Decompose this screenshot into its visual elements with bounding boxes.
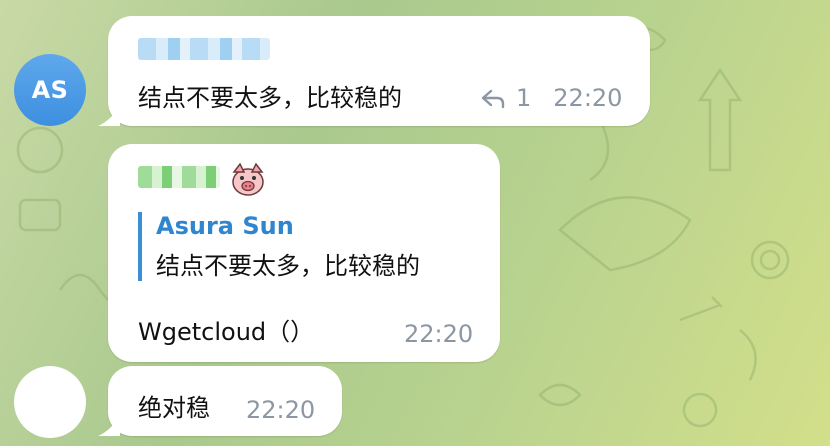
- avatar-initials: AS: [31, 76, 69, 104]
- sender-avatar[interactable]: AS: [14, 54, 86, 126]
- bubble-tail: [98, 104, 120, 126]
- message-text: Wgetcloud（）: [138, 318, 315, 346]
- message-text: 结点不要太多，比较稳的: [138, 84, 402, 112]
- message-bubble[interactable]: 结点不要太多，比较稳的 1 22:20: [98, 16, 650, 126]
- message-text: 绝对稳: [138, 394, 210, 422]
- message-meta: 22:20: [246, 396, 315, 424]
- bubble-tail: [98, 414, 120, 436]
- message-bubble[interactable]: 绝对稳 22:20: [98, 366, 342, 436]
- reply-quote[interactable]: Asura Sun 结点不要太多，比较稳的: [138, 212, 420, 281]
- message-bubble[interactable]: Asura Sun 结点不要太多，比较稳的 Wgetcloud（） 22:20: [108, 144, 500, 362]
- message-meta: 22:20: [404, 320, 473, 348]
- sender-name-redacted: [138, 38, 270, 60]
- sender-avatar[interactable]: [14, 366, 86, 438]
- reply-count[interactable]: 1: [516, 84, 531, 112]
- message-time: 22:20: [246, 396, 316, 424]
- reply-arrow-icon[interactable]: [480, 87, 506, 109]
- message-time: 22:20: [404, 320, 474, 348]
- message-time: 22:20: [553, 84, 623, 112]
- sender-name-redacted: [138, 166, 220, 188]
- quoted-sender-name: Asura Sun: [156, 212, 294, 240]
- quoted-message-text: 结点不要太多，比较稳的: [156, 252, 420, 280]
- pig-emoji-icon: [232, 162, 264, 196]
- message-meta: 1 22:20: [480, 84, 622, 112]
